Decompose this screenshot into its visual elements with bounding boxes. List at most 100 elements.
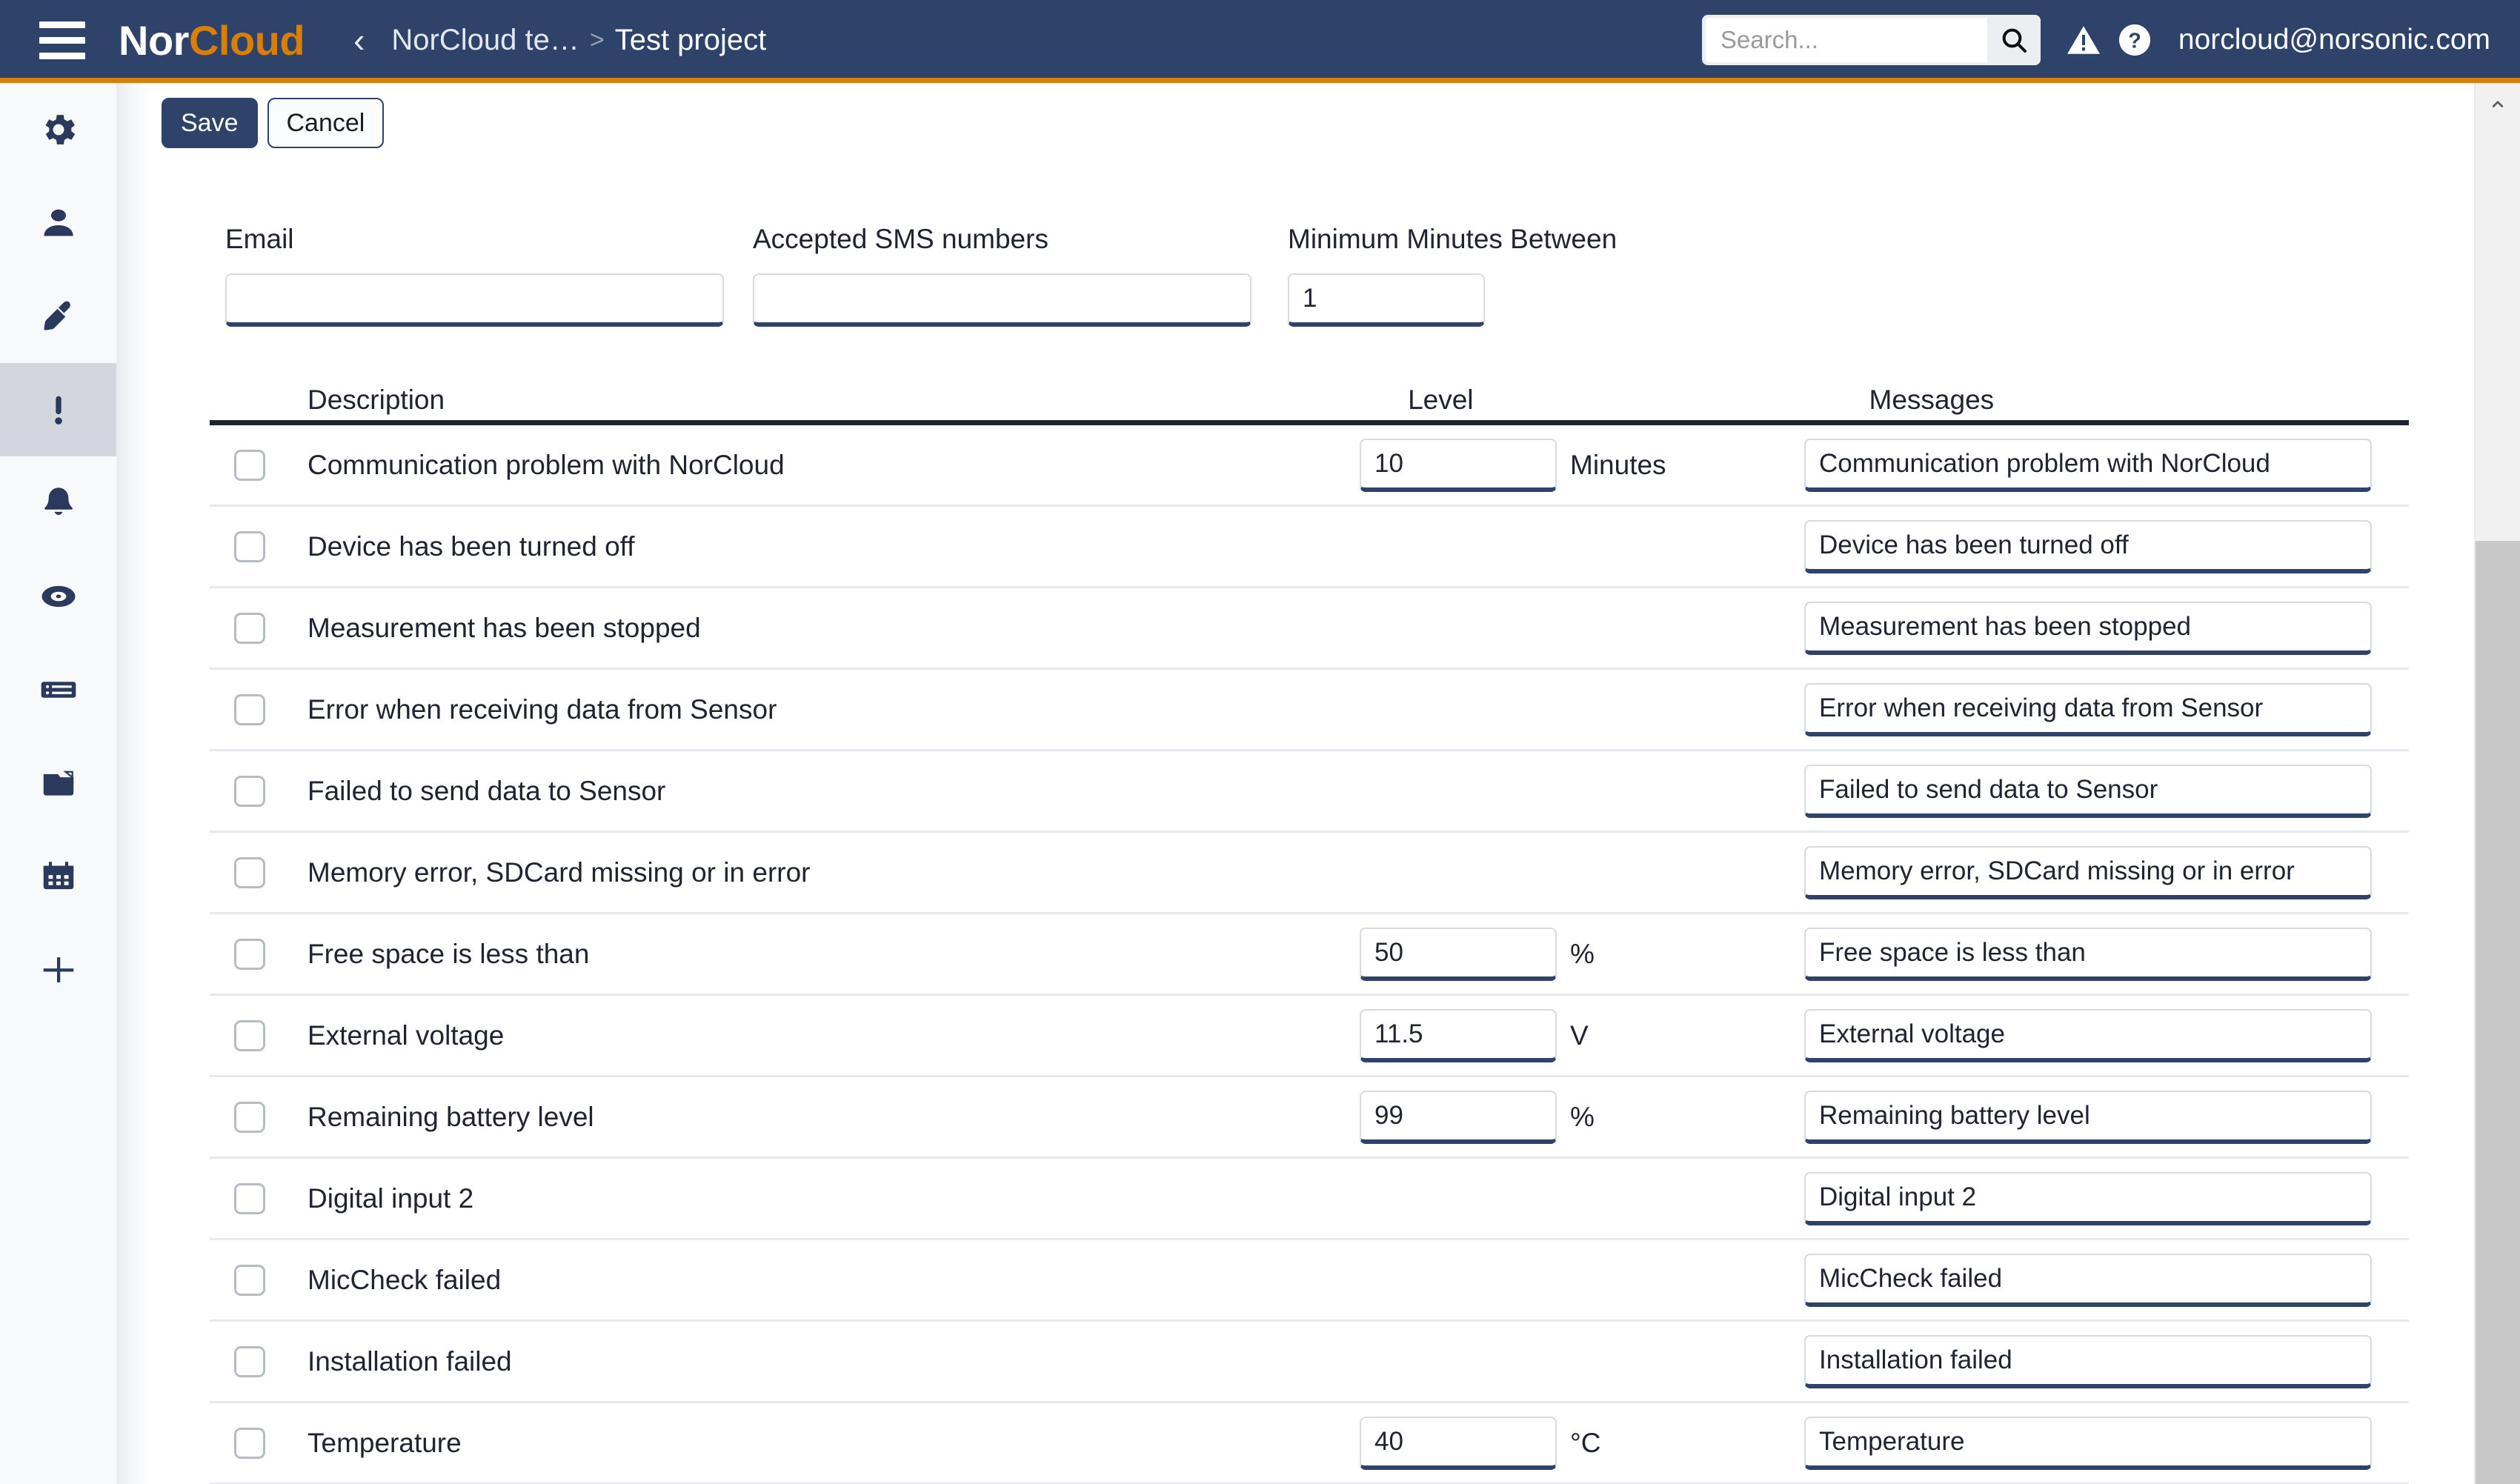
main-content: Save Cancel Email Accepted SMS numbers M… [156,83,2476,1484]
row-checkbox[interactable] [234,1264,265,1296]
sidebar-item-list[interactable] [0,643,116,736]
row-message-input[interactable] [1804,519,2372,573]
sidebar-item-sensor[interactable] [0,270,116,363]
table-row: Installation failed [210,1322,2409,1403]
row-message-input[interactable] [1804,601,2372,655]
row-level-input[interactable] [1360,1008,1557,1062]
brand-cloud: Cloud [188,16,305,64]
row-checkbox[interactable] [234,1019,265,1051]
chevron-up-icon[interactable] [2476,83,2520,126]
table-row: Device has been turned off [210,507,2409,588]
top-header-bar: NorCloud ‹ NorCloud te… > Test project S… [0,0,2520,80]
row-description: Measurement has been stopped [307,612,701,643]
scrollbar-thumb[interactable] [2476,541,2520,1484]
brand-logo[interactable]: NorCloud [119,16,305,64]
row-message-input[interactable] [1804,1008,2372,1062]
row-message-input[interactable] [1804,1171,2372,1225]
left-sidebar [0,83,116,1484]
column-header-messages: Messages [1869,385,1995,415]
sidebar-item-settings[interactable] [0,83,116,176]
row-message-input[interactable] [1804,1416,2372,1470]
row-checkbox[interactable] [234,775,265,807]
row-level-cell: V [1360,1008,1804,1062]
row-checkbox[interactable] [234,530,265,562]
row-checkbox[interactable] [234,1427,265,1459]
row-message-cell [1804,601,2372,655]
scrollbar-track[interactable] [2476,126,2520,541]
user-email-label[interactable]: norcloud@norsonic.com [2178,24,2490,56]
sidebar-item-calendar[interactable] [0,830,116,923]
row-message-input[interactable] [1804,764,2372,818]
table-header-row: Description Level Messages [210,372,2409,425]
row-message-input[interactable] [1804,845,2372,899]
row-message-cell [1804,438,2372,492]
email-input[interactable] [225,273,724,327]
row-checkbox[interactable] [234,938,265,970]
table-row: Communication problem with NorCloud Minut… [210,425,2409,507]
column-header-description: Description [307,385,445,415]
row-checkbox[interactable] [234,856,265,888]
sidebar-item-files[interactable] [0,736,116,830]
vertical-scrollbar[interactable] [2476,83,2520,1484]
minimum-minutes-input[interactable] [1288,273,1485,327]
question-circle-icon[interactable]: ? [2118,23,2152,57]
sidebar-item-notifications[interactable] [0,456,116,550]
row-level-input[interactable] [1360,1416,1557,1470]
row-level-input[interactable] [1360,927,1557,981]
row-description: Failed to send data to Sensor [307,775,666,806]
row-message-cell [1804,1008,2372,1062]
row-level-input[interactable] [1360,1090,1557,1144]
row-message-input[interactable] [1804,927,2372,981]
row-checkbox[interactable] [234,1345,265,1377]
row-message-input[interactable] [1804,682,2372,736]
row-checkbox[interactable] [234,1182,265,1214]
hamburger-menu-icon[interactable] [27,0,98,80]
alarms-table: Description Level Messages Communication… [210,372,2409,1484]
row-checkbox-cell [210,775,307,807]
row-message-input[interactable] [1804,438,2372,492]
bell-icon [39,483,79,523]
header-accent-bar [0,78,2520,83]
breadcrumb-parent[interactable]: NorCloud te… [391,24,579,57]
row-message-input[interactable] [1804,1090,2372,1144]
table-row: MicCheck failed [210,1240,2409,1322]
sidebar-item-explore[interactable] [0,550,116,643]
table-row: Memory error, SDCard missing or in error [210,833,2409,914]
sms-field-group: Accepted SMS numbers [753,224,1251,327]
search-icon[interactable] [1987,15,2041,65]
warning-triangle-icon[interactable] [2066,22,2101,58]
row-description: Installation failed [307,1345,512,1377]
row-message-cell [1804,845,2372,899]
search-input[interactable] [1705,18,1987,62]
row-message-cell [1804,927,2372,981]
sidebar-item-alarms[interactable] [0,363,116,456]
calendar-icon [39,856,79,896]
row-description: Memory error, SDCard missing or in error [307,856,811,888]
microphone-icon [39,297,78,336]
breadcrumb-separator-icon: > [589,25,605,54]
row-checkbox[interactable] [234,693,265,725]
sms-input[interactable] [753,273,1251,327]
back-chevron-icon[interactable]: ‹ [353,23,365,57]
row-level-unit: % [1570,938,1595,969]
row-level-unit: V [1570,1019,1589,1051]
row-checkbox-cell [210,1264,307,1296]
row-checkbox[interactable] [234,1101,265,1133]
hamburger-bar [39,21,85,28]
row-message-input[interactable] [1804,1253,2372,1307]
row-level-input[interactable] [1360,438,1557,492]
minutes-field-group: Minimum Minutes Between [1288,224,1617,327]
breadcrumb-current[interactable]: Test project [615,24,767,57]
row-checkbox[interactable] [234,449,265,481]
sidebar-item-add[interactable] [0,923,116,1016]
gear-icon [38,109,79,150]
row-message-input[interactable] [1804,1334,2372,1388]
row-level-unit: Minutes [1570,449,1666,480]
row-checkbox[interactable] [234,612,265,644]
save-button[interactable]: Save [162,98,258,148]
brand-nor: Nor [119,16,189,64]
table-row: Digital input 2 [210,1159,2409,1240]
sidebar-item-user[interactable] [0,176,116,270]
cancel-button[interactable]: Cancel [267,98,385,148]
row-level-unit: % [1570,1101,1595,1132]
